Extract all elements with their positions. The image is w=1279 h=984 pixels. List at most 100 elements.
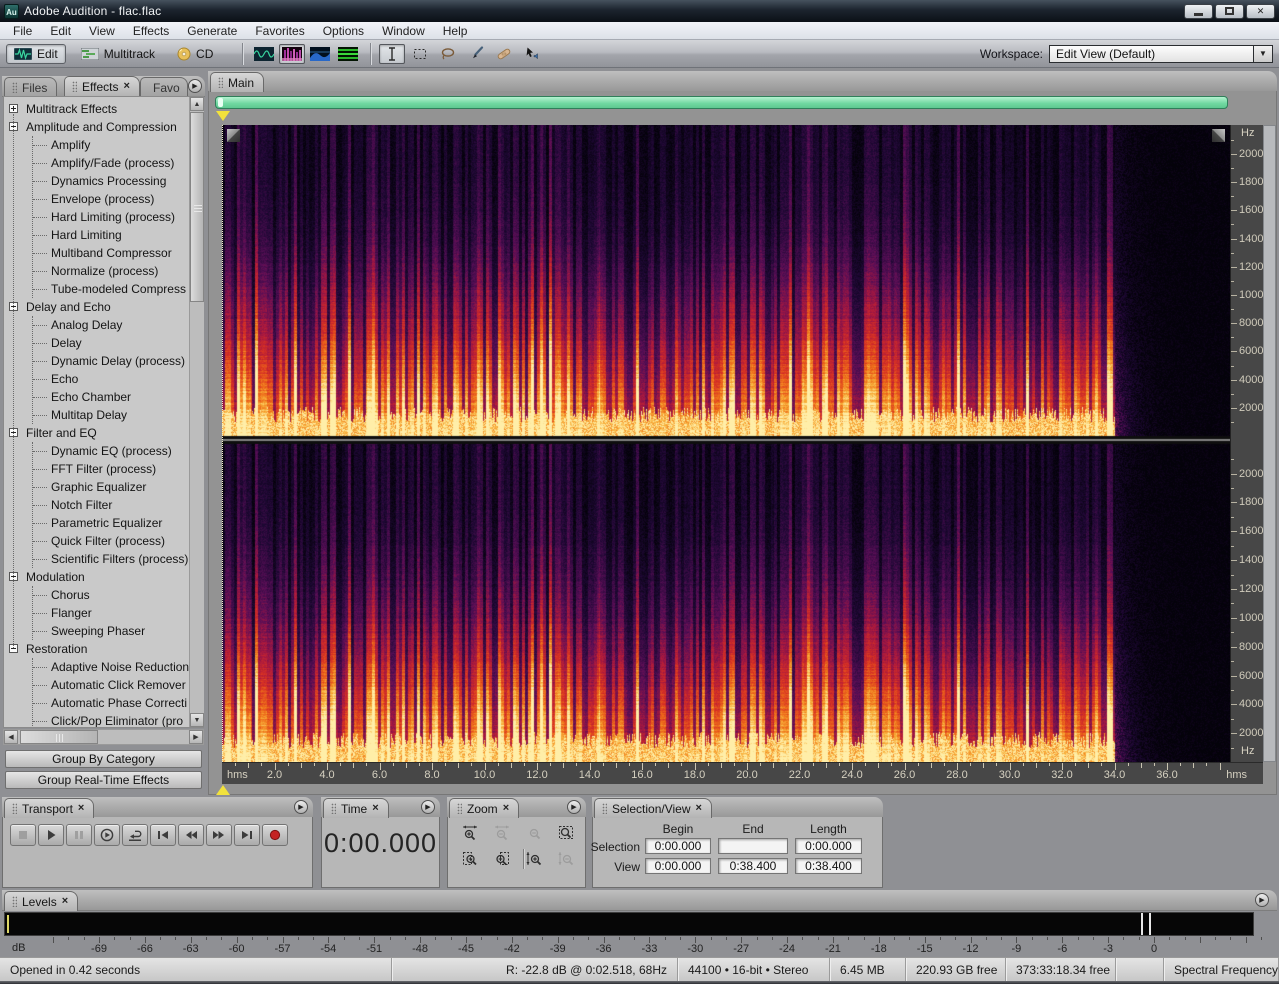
tree-item-dynamic-delay-process[interactable]: Dynamic Delay (process) xyxy=(33,352,203,370)
tree-item-amplify[interactable]: Amplify xyxy=(33,136,203,154)
scroll-down-icon[interactable]: ▼ xyxy=(190,713,204,727)
close-icon[interactable]: × xyxy=(78,803,84,814)
horizontal-navigator-bar[interactable] xyxy=(215,96,1228,109)
tab-selection-view[interactable]: Selection/View × xyxy=(594,798,712,818)
panel-menu-button[interactable]: ▶ xyxy=(421,800,435,814)
close-icon[interactable]: × xyxy=(123,81,129,92)
scrollbar-thumb[interactable] xyxy=(20,730,98,744)
tree-item-tube-modeled-compress[interactable]: Tube-modeled Compress xyxy=(33,280,203,298)
tree-category-filter-and-eq[interactable]: Filter and EQ xyxy=(4,424,203,442)
tree-item-dynamics-processing[interactable]: Dynamics Processing xyxy=(33,172,203,190)
edit-view-button[interactable]: Edit xyxy=(6,44,66,64)
tree-item-automatic-click-remover[interactable]: Automatic Click Remover xyxy=(33,676,203,694)
selection-handle-right-icon[interactable] xyxy=(1212,129,1225,142)
menu-item-effects[interactable]: Effects xyxy=(124,22,178,39)
play-from-cursor-button[interactable] xyxy=(94,824,120,846)
tree-item-sweeping-phaser[interactable]: Sweeping Phaser xyxy=(33,622,203,640)
panel-menu-button[interactable]: ▶ xyxy=(188,79,202,93)
close-icon[interactable]: × xyxy=(503,803,509,814)
loop-button[interactable] xyxy=(122,824,148,846)
expand-icon[interactable] xyxy=(9,104,18,113)
play-button[interactable] xyxy=(38,824,64,846)
level-meter[interactable] xyxy=(4,912,1254,936)
playhead-line[interactable] xyxy=(222,125,223,762)
zoom-out-full-button[interactable] xyxy=(521,823,547,843)
selection-end-field[interactable] xyxy=(718,838,788,854)
scrub-tool-button[interactable] xyxy=(519,44,545,64)
menu-item-file[interactable]: File xyxy=(4,22,41,39)
tree-category-modulation[interactable]: Modulation xyxy=(4,568,203,586)
pause-button[interactable] xyxy=(66,824,92,846)
tree-item-multiband-compressor[interactable]: Multiband Compressor xyxy=(33,244,203,262)
scrollbar-thumb[interactable] xyxy=(190,112,204,302)
close-button[interactable]: ✕ xyxy=(1246,4,1275,19)
tab-zoom[interactable]: Zoom × xyxy=(449,798,519,818)
close-icon[interactable]: × xyxy=(372,803,378,814)
go-to-beginning-button[interactable] xyxy=(150,824,176,846)
playhead-marker-bottom[interactable] xyxy=(216,785,230,795)
menu-item-generate[interactable]: Generate xyxy=(178,22,246,39)
tree-item-chorus[interactable]: Chorus xyxy=(33,586,203,604)
tree-item-graphic-equalizer[interactable]: Graphic Equalizer xyxy=(33,478,203,496)
tree-item-hard-limiting-process[interactable]: Hard Limiting (process) xyxy=(33,208,203,226)
vertical-scrollbar[interactable] xyxy=(1263,125,1276,762)
zoom-out-horizontally-button[interactable] xyxy=(489,823,515,843)
zoom-in-left-edge-button[interactable] xyxy=(457,849,483,869)
tree-item-scientific-filters-process[interactable]: Scientific Filters (process) xyxy=(33,550,203,568)
lasso-selection-tool-button[interactable] xyxy=(435,44,461,64)
tab-favorites[interactable]: Favo xyxy=(140,77,188,97)
tree-horizontal-scrollbar[interactable]: ◀ ▶ xyxy=(3,729,204,745)
tab-time[interactable]: Time × xyxy=(323,798,389,818)
scroll-up-icon[interactable]: ▲ xyxy=(190,97,204,111)
minimize-button[interactable] xyxy=(1184,4,1213,19)
view-length-field[interactable]: 0:38.400 xyxy=(795,858,862,874)
selection-handle-left-icon[interactable] xyxy=(227,129,240,142)
spectral-frequency-view-button[interactable] xyxy=(279,44,305,64)
go-to-end-button[interactable] xyxy=(234,824,260,846)
selection-length-field[interactable]: 0:00.000 xyxy=(795,838,862,854)
tree-item-dynamic-eq-process[interactable]: Dynamic EQ (process) xyxy=(33,442,203,460)
zoom-to-selection-button[interactable] xyxy=(553,823,579,843)
record-button[interactable] xyxy=(262,824,288,846)
spectral-pan-view-button[interactable] xyxy=(307,44,333,64)
tree-item-fft-filter-process[interactable]: FFT Filter (process) xyxy=(33,460,203,478)
panel-menu-button[interactable]: ▶ xyxy=(294,800,308,814)
tab-effects[interactable]: Effects × xyxy=(64,76,140,96)
spot-healing-brush-tool-button[interactable] xyxy=(491,44,517,64)
selection-begin-field[interactable]: 0:00.000 xyxy=(645,838,711,854)
playhead-marker-top[interactable] xyxy=(216,111,230,121)
menu-item-help[interactable]: Help xyxy=(434,22,477,39)
tree-item-flanger[interactable]: Flanger xyxy=(33,604,203,622)
waveform-view-button[interactable] xyxy=(251,44,277,64)
tree-category-restoration[interactable]: Restoration xyxy=(4,640,203,658)
tree-item-analog-delay[interactable]: Analog Delay xyxy=(33,316,203,334)
tree-item-amplify-fade-process[interactable]: Amplify/Fade (process) xyxy=(33,154,203,172)
tree-item-echo-chamber[interactable]: Echo Chamber xyxy=(33,388,203,406)
menu-item-view[interactable]: View xyxy=(80,22,124,39)
time-selection-tool-button[interactable] xyxy=(379,44,405,64)
zoom-out-vertically-button[interactable] xyxy=(553,849,579,869)
tree-item-hard-limiting[interactable]: Hard Limiting xyxy=(33,226,203,244)
time-ruler[interactable]: hms hms 2.04.06.08.010.012.014.016.018.0… xyxy=(222,762,1263,784)
tree-item-parametric-equalizer[interactable]: Parametric Equalizer xyxy=(33,514,203,532)
tab-main[interactable]: Main xyxy=(210,72,264,92)
tree-category-delay-and-echo[interactable]: Delay and Echo xyxy=(4,298,203,316)
frequency-ruler[interactable]: Hz Hz 2000400060008000100001200014000160… xyxy=(1230,125,1263,762)
scroll-left-icon[interactable]: ◀ xyxy=(4,730,18,744)
menu-item-edit[interactable]: Edit xyxy=(41,22,80,39)
marquee-selection-tool-button[interactable] xyxy=(407,44,433,64)
multitrack-view-button[interactable]: Multitrack xyxy=(74,45,162,63)
tree-item-multitap-delay[interactable]: Multitap Delay xyxy=(33,406,203,424)
maximize-button[interactable] xyxy=(1215,4,1244,19)
tree-item-quick-filter-process[interactable]: Quick Filter (process) xyxy=(33,532,203,550)
tree-item-envelope-process[interactable]: Envelope (process) xyxy=(33,190,203,208)
panel-menu-button[interactable]: ▶ xyxy=(567,800,581,814)
fast-forward-button[interactable] xyxy=(206,824,232,846)
menu-item-window[interactable]: Window xyxy=(373,22,434,39)
group-real-time-effects-button[interactable]: Group Real-Time Effects xyxy=(5,771,202,789)
workspace-dropdown[interactable]: Edit View (Default) ▼ xyxy=(1049,45,1273,63)
panel-menu-button[interactable]: ▶ xyxy=(1255,893,1269,907)
view-begin-field[interactable]: 0:00.000 xyxy=(645,858,711,874)
spectrogram-canvas[interactable] xyxy=(222,125,1230,762)
menu-item-favorites[interactable]: Favorites xyxy=(246,22,313,39)
